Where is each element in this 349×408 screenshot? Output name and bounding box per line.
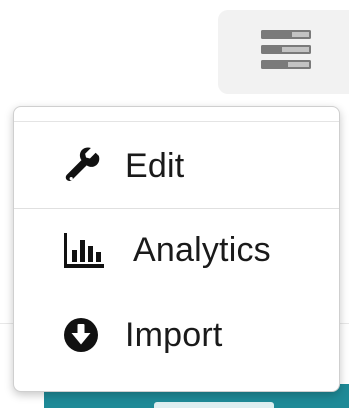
menu-item-edit[interactable]: Edit <box>14 123 339 207</box>
menu-item-label: Analytics <box>133 231 271 269</box>
page: Edit Analytics Import <box>0 0 349 408</box>
actions-dropdown-menu: Edit Analytics Import <box>13 106 340 392</box>
menu-item-analytics[interactable]: Analytics <box>14 209 339 293</box>
menu-item-label: Edit <box>125 147 185 185</box>
download-circle-icon <box>64 318 98 352</box>
menu-toggle-button[interactable] <box>218 10 349 94</box>
dropdown-divider <box>14 121 339 122</box>
bar-chart-icon <box>64 233 104 268</box>
menu-item-import[interactable]: Import <box>14 293 339 377</box>
list-menu-icon <box>261 30 311 69</box>
menu-item-label: Import <box>125 316 223 354</box>
wrench-icon <box>65 147 100 181</box>
primary-action-label-fragment <box>154 402 274 408</box>
